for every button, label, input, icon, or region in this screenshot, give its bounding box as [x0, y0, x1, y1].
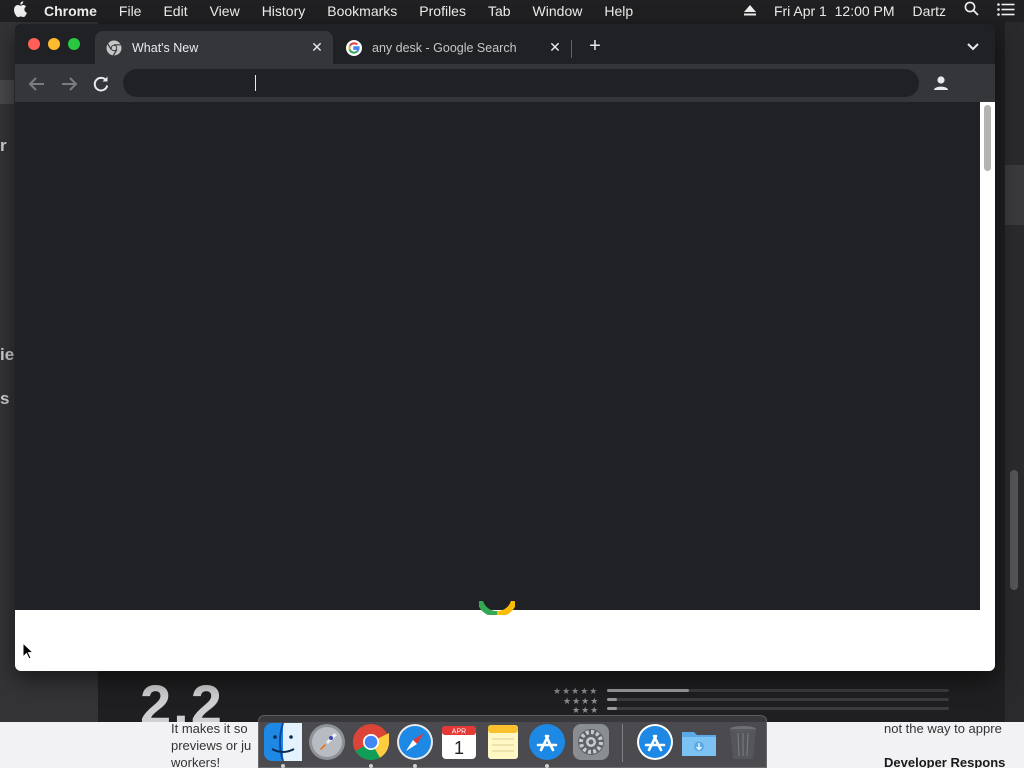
menu-window[interactable]: Window	[522, 0, 594, 22]
developer-response-heading: Developer Respons	[884, 755, 1006, 768]
notes-icon[interactable]	[483, 722, 523, 762]
background-window-right	[1005, 22, 1024, 722]
background-panel	[1005, 165, 1024, 225]
menu-view[interactable]: View	[199, 0, 251, 22]
chrome-app-icon[interactable]	[351, 722, 391, 762]
menu-history[interactable]: History	[251, 0, 317, 22]
address-bar[interactable]	[123, 69, 919, 97]
menu-edit[interactable]: Edit	[152, 0, 198, 22]
safari-compass-icon[interactable]	[395, 722, 435, 762]
menu-bar-clock[interactable]: Fri Apr 1 12:00 PM	[765, 0, 904, 22]
menu-bar-status-area: Fri Apr 1 12:00 PM Dartz	[735, 0, 1024, 22]
tab-google-search[interactable]: any desk - Google Search ✕	[335, 31, 571, 64]
calendar-day: 1	[454, 738, 464, 758]
page-white-area	[15, 610, 980, 671]
new-tab-plus-icon[interactable]: +	[583, 34, 607, 58]
running-indicator	[413, 764, 417, 768]
calendar-icon[interactable]: APR 1	[439, 722, 479, 762]
tab-strip: What's New ✕ any desk - Google Search ✕ …	[15, 24, 995, 64]
dock: APR 1	[258, 715, 767, 768]
notification-center-icon[interactable]	[988, 0, 1024, 22]
minimize-window-button[interactable]	[48, 38, 60, 50]
tab-search-chevron-icon[interactable]	[963, 36, 983, 56]
tab-title: any desk - Google Search	[372, 40, 517, 55]
review-snippet-right: not the way to appre	[884, 721, 1002, 736]
eject-icon[interactable]	[735, 0, 765, 22]
tab-separator	[571, 40, 572, 58]
menu-tab[interactable]: Tab	[477, 0, 522, 22]
running-indicator	[545, 764, 549, 768]
review-snippet-line: It makes it so	[171, 721, 248, 736]
back-arrow-icon[interactable]	[26, 73, 48, 95]
macos-menu-bar: Chrome File Edit View History Bookmarks …	[0, 0, 1024, 22]
launchpad-rocket-icon[interactable]	[307, 722, 347, 762]
calendar-month: APR	[452, 729, 466, 736]
menu-bookmarks[interactable]: Bookmarks	[316, 0, 408, 22]
review-snippet-line: workers!	[171, 755, 221, 768]
menu-file[interactable]: File	[108, 0, 153, 22]
background-scrollbar-thumb	[1010, 470, 1018, 590]
text-caret	[255, 75, 256, 91]
chrome-toolbar	[15, 64, 995, 102]
dock-separator	[622, 724, 623, 762]
rating-bar	[607, 689, 949, 692]
page-dark-area	[15, 102, 980, 610]
reload-icon[interactable]	[90, 73, 112, 95]
google-g-icon	[346, 39, 362, 56]
background-sidebar-edge	[0, 80, 14, 104]
menu-app-name[interactable]: Chrome	[40, 0, 108, 22]
rating-bar	[607, 707, 949, 710]
menu-bar-user[interactable]: Dartz	[904, 0, 955, 22]
system-preferences-gear-icon[interactable]	[571, 722, 611, 762]
rating-bar	[607, 698, 949, 701]
close-tab-icon[interactable]: ✕	[545, 39, 565, 56]
app-store-stack-icon[interactable]	[635, 722, 675, 762]
tab-title: What's New	[132, 40, 199, 55]
finder-icon[interactable]	[263, 722, 303, 762]
chrome-logo-icon	[106, 40, 122, 56]
running-indicator	[369, 764, 373, 768]
forward-arrow-icon[interactable]	[58, 73, 80, 95]
background-text-fragment: ie	[0, 345, 15, 364]
menu-profiles[interactable]: Profiles	[408, 0, 477, 22]
apple-menu-icon[interactable]	[0, 0, 40, 22]
downloads-folder-icon[interactable]	[679, 722, 719, 762]
vertical-scrollbar[interactable]	[980, 102, 995, 671]
review-snippet-line: previews or ju	[171, 738, 252, 753]
app-store-icon[interactable]	[527, 722, 567, 762]
background-text-fragment: r	[0, 136, 7, 155]
tab-whats-new[interactable]: What's New ✕	[95, 31, 333, 64]
trash-icon[interactable]	[723, 722, 763, 762]
profile-avatar-icon[interactable]	[929, 71, 953, 95]
background-text-fragment: s	[0, 389, 10, 408]
menu-help[interactable]: Help	[593, 0, 644, 22]
mouse-cursor-icon	[22, 642, 34, 660]
page-viewport[interactable]	[15, 102, 995, 671]
spotlight-search-icon[interactable]	[955, 0, 988, 22]
close-window-button[interactable]	[28, 38, 40, 50]
scrollbar-thumb[interactable]	[984, 105, 991, 171]
running-indicator	[281, 764, 285, 768]
chrome-logo-partial-icon	[479, 601, 515, 615]
chrome-window: What's New ✕ any desk - Google Search ✕ …	[15, 24, 995, 671]
zoom-window-button[interactable]	[68, 38, 80, 50]
close-tab-icon[interactable]: ✕	[307, 39, 327, 56]
